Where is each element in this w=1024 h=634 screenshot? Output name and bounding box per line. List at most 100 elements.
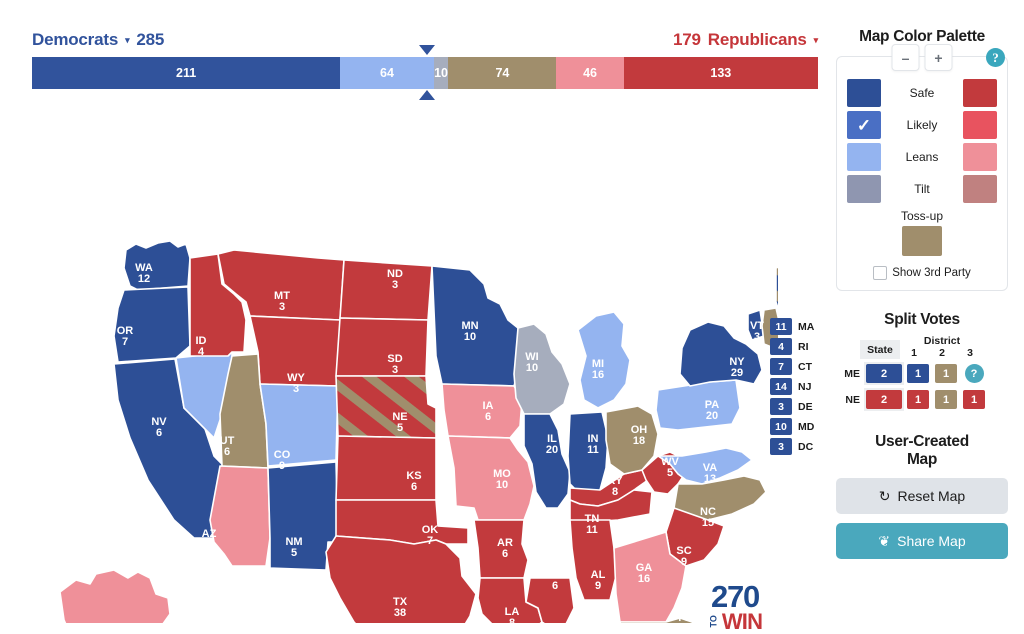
small-state-nj[interactable]: 14 NJ <box>770 378 814 395</box>
democrats-tally[interactable]: Democrats ▾ 285 <box>32 30 164 50</box>
palette-swatch-rep-leans[interactable] <box>963 143 997 171</box>
split-district-value[interactable]: 1 <box>907 364 929 383</box>
small-state-abbr: DE <box>798 400 813 413</box>
split-district-cells: 111 <box>904 390 988 409</box>
split-district-cell-1: 1 <box>904 390 932 409</box>
split-district-value[interactable]: 1 <box>963 390 985 409</box>
split-district-value[interactable]: 1 <box>935 364 957 383</box>
small-state-ev-box[interactable]: 10 <box>770 418 792 435</box>
tossup-swatch[interactable] <box>902 226 942 256</box>
chevron-down-icon[interactable]: ▾ <box>125 36 130 45</box>
palette-row-likely: ✓ Likely <box>847 111 997 139</box>
small-state-abbr: DC <box>798 440 814 453</box>
split-district-value[interactable]: 1 <box>907 390 929 409</box>
small-state-abbr: RI <box>798 340 809 353</box>
state-label-wi: WI 10 <box>525 351 538 374</box>
district-number-1: 1 <box>911 347 917 359</box>
small-state-de[interactable]: 3 DE <box>770 398 814 415</box>
tally-segment-toss-up[interactable]: 74 <box>448 57 557 89</box>
split-state-value[interactable]: 2 <box>866 364 902 383</box>
reset-map-label: Reset Map <box>897 488 966 504</box>
state-label-mi: MI 16 <box>592 358 604 381</box>
split-district-cell-1: 1 <box>904 364 932 383</box>
palette-swatch-dem-likely[interactable]: ✓ <box>847 111 881 139</box>
state-label-tx: TX 38 <box>393 596 408 619</box>
state-shape-wi[interactable] <box>513 323 571 415</box>
small-state-ri[interactable]: 4 RI <box>770 338 814 355</box>
palette-swatch-dem-tilt[interactable] <box>847 175 881 203</box>
electoral-vote-bar[interactable]: 211 64 10 74 46 133 <box>32 57 818 89</box>
republicans-label: Republicans <box>707 30 807 49</box>
palette-plus-button[interactable]: + <box>924 44 953 71</box>
small-state-abbr: MA <box>798 320 815 333</box>
small-state-ev-box[interactable]: 3 <box>770 438 792 455</box>
small-state-ct[interactable]: 7 CT <box>770 358 814 375</box>
small-state-ev-box[interactable]: 7 <box>770 358 792 375</box>
small-state-dc[interactable]: 3 DC <box>770 438 814 455</box>
small-state-md[interactable]: 10 MD <box>770 418 814 435</box>
district-number-2: 2 <box>939 347 945 359</box>
palette-row-tilt: Tilt <box>847 175 997 203</box>
state-shape-ks[interactable] <box>335 435 437 501</box>
state-label-ca: CA 55 <box>88 448 104 471</box>
small-state-abbr: NJ <box>798 380 812 393</box>
split-row-abbr: NE <box>845 393 860 406</box>
state-shape-mo[interactable] <box>447 435 535 521</box>
palette-swatch-rep-likely[interactable] <box>963 111 997 139</box>
state-label-ga: GA 16 <box>636 562 653 585</box>
small-state-ev-box[interactable]: 3 <box>770 398 792 415</box>
split-district-cell-3: ? <box>960 364 988 383</box>
split-votes-row-me: ME 2 1 1? <box>836 362 1008 385</box>
state-shape-co[interactable] <box>259 383 339 467</box>
palette-swatch-dem-leans[interactable] <box>847 143 881 171</box>
small-state-ma[interactable]: 11 MA <box>770 318 814 335</box>
logo-win: WIN <box>721 608 763 634</box>
palette-zoom-controls: – + <box>891 44 953 71</box>
show-third-party-label: Show 3rd Party <box>892 267 971 279</box>
us-electoral-map[interactable]: WA 12 OR 7 CA 55 NV 6 ID 4 MT 3 WY 3 UT 6 CO 9 AZ 11 NM 5 ND 3 S… <box>18 108 778 632</box>
state-shape-ne[interactable] <box>335 375 437 439</box>
share-icon: ❦ <box>878 533 891 549</box>
small-states-list[interactable]: 11 MA 4 RI 7 CT 14 NJ 3 DE 10 MD 3 DC <box>770 318 814 458</box>
palette-help-icon[interactable]: ? <box>986 48 1005 67</box>
split-district-cell-2: 1 <box>932 390 960 409</box>
district-number-3: 3 <box>967 347 973 359</box>
palette-row-leans: Leans <box>847 143 997 171</box>
state-label-in: IN 11 <box>587 433 599 456</box>
split-district-cell-2: 1 <box>932 364 960 383</box>
reset-map-button[interactable]: ↻ Reset Map <box>836 478 1008 514</box>
state-shape-sd[interactable] <box>335 317 429 377</box>
palette-minus-button[interactable]: – <box>891 44 920 71</box>
tally-segment-leans-r[interactable]: 46 <box>556 57 624 89</box>
state-label-oh: OH 18 <box>631 424 648 447</box>
state-shape-wa[interactable] <box>123 240 191 291</box>
state-shape-pa[interactable] <box>655 379 741 431</box>
tally-segment-safe-r[interactable]: 133 <box>623 57 818 89</box>
small-state-ev-box[interactable]: 4 <box>770 338 792 355</box>
share-map-label: Share Map <box>897 533 966 549</box>
split-district-value[interactable]: 1 <box>935 390 957 409</box>
tally-segment-leans-d[interactable]: 64 <box>340 57 434 89</box>
tally-segment-safe-d[interactable]: 211 <box>32 57 341 89</box>
chevron-down-icon[interactable]: ▾ <box>814 36 819 45</box>
share-map-button[interactable]: ❦ Share Map <box>836 523 1008 559</box>
palette-swatch-rep-safe[interactable] <box>963 79 997 107</box>
show-third-party-checkbox[interactable] <box>873 266 888 280</box>
tally-segment-tilt-d[interactable]: 10 <box>433 57 449 89</box>
small-state-ev-box[interactable]: 11 <box>770 318 792 335</box>
state-shape-ak[interactable] <box>59 569 171 623</box>
republicans-tally[interactable]: 179 Republicans ▾ <box>673 30 818 50</box>
show-third-party-row[interactable]: Show 3rd Party <box>847 266 997 280</box>
palette-swatch-rep-tilt[interactable] <box>963 175 997 203</box>
state-shape-nd[interactable] <box>339 259 433 321</box>
split-district-cells: 1 1? <box>904 364 988 383</box>
palette-label-safe: Safe <box>909 86 935 100</box>
small-state-ev-box[interactable]: 14 <box>770 378 792 395</box>
split-state-value[interactable]: 2 <box>866 390 902 409</box>
palette-swatch-dem-safe[interactable] <box>847 79 881 107</box>
split-state-cell: 2 <box>864 388 904 411</box>
split-help-icon[interactable]: ? <box>964 364 984 383</box>
us-map-svg[interactable]: WA 12OR 7CA 55NV 6ID 4MT 3WY 3UT 6 CO 9AZ 11 NM 5ND 3S… <box>18 108 778 623</box>
state-shape-az[interactable] <box>209 465 271 567</box>
state-label-il: IL 20 <box>546 433 558 456</box>
